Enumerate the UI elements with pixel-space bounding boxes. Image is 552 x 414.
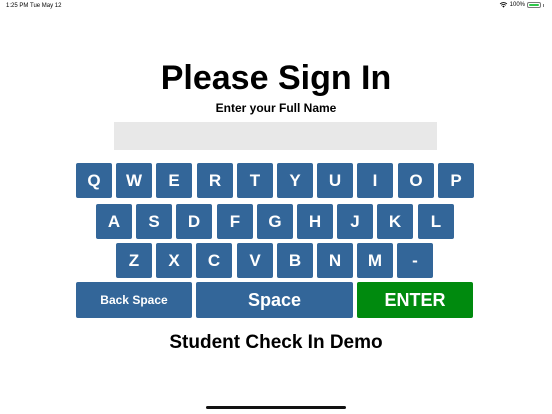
home-indicator [206,406,346,409]
key-t[interactable]: T [237,163,273,198]
key-d[interactable]: D [176,204,212,239]
enter-key[interactable]: ENTER [357,282,473,318]
key-h[interactable]: H [297,204,333,239]
backspace-key[interactable]: Back Space [76,282,192,318]
status-bar: 1:25 PM Tue May 12 100% [0,0,552,12]
key-m[interactable]: M [357,243,393,278]
status-time: 1:25 PM [6,3,29,9]
key-y[interactable]: Y [277,163,313,198]
wifi-icon [499,2,507,8]
key-a[interactable]: A [96,204,132,239]
status-date: Tue May 12 [30,3,62,9]
key-hyphen[interactable]: - [397,243,433,278]
key-w[interactable]: W [116,163,152,198]
key-k[interactable]: K [377,204,413,239]
key-x[interactable]: X [156,243,192,278]
battery-icon [527,2,541,8]
battery-percent: 100% [509,2,525,8]
key-z[interactable]: Z [116,243,152,278]
status-indicators: 100% [499,2,544,8]
key-n[interactable]: N [317,243,353,278]
key-b[interactable]: B [277,243,313,278]
full-name-input[interactable] [114,122,437,150]
key-l[interactable]: L [418,204,454,239]
key-o[interactable]: O [398,163,434,198]
page-title: Please Sign In [160,59,392,97]
key-r[interactable]: R [197,163,233,198]
key-i[interactable]: I [357,163,393,198]
key-j[interactable]: J [337,204,373,239]
key-f[interactable]: F [217,204,253,239]
key-e[interactable]: E [156,163,192,198]
key-u[interactable]: U [317,163,353,198]
footer-label: Student Check In Demo [169,332,383,353]
key-q[interactable]: Q [76,163,112,198]
page-subtitle: Enter your Full Name [215,101,337,115]
key-g[interactable]: G [257,204,293,239]
key-c[interactable]: C [196,243,232,278]
key-s[interactable]: S [136,204,172,239]
key-p[interactable]: P [438,163,474,198]
key-v[interactable]: V [237,243,273,278]
space-key[interactable]: Space [196,282,353,318]
